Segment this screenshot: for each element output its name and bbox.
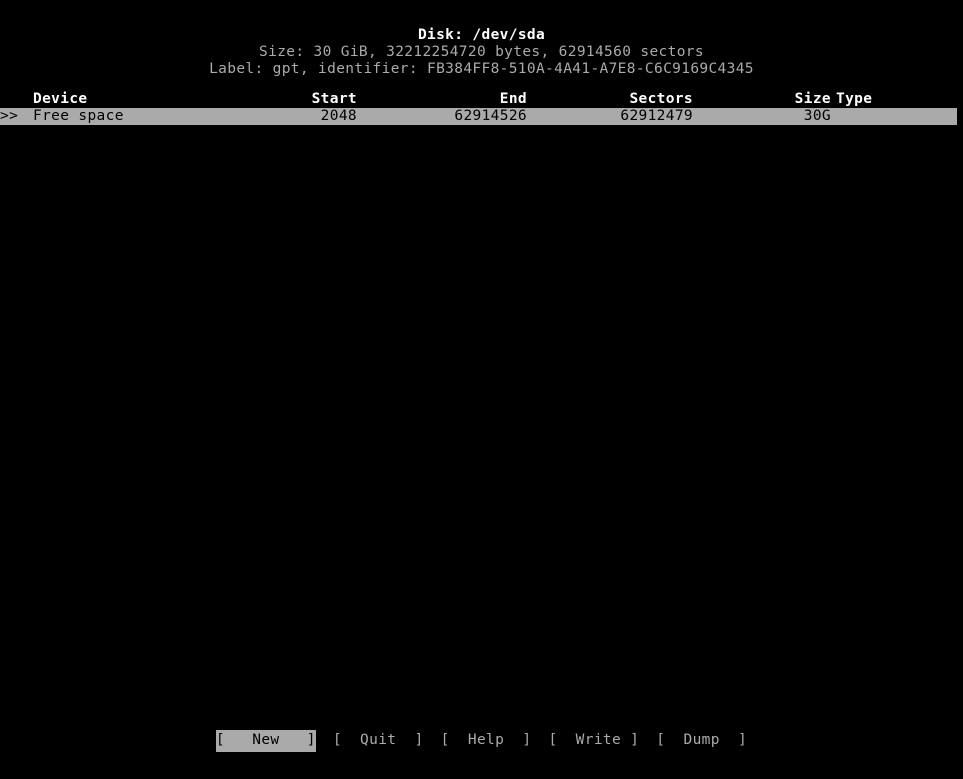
- row-sectors: 62912479: [620, 108, 693, 124]
- disk-label-line: Label: gpt, identifier: FB384FF8-510A-4A…: [209, 61, 754, 77]
- menu-spacer: [316, 741, 333, 742]
- disk-info-header: Disk: /dev/sda Size: 30 GiB, 32212254720…: [0, 27, 963, 78]
- partition-table: Device Start End Sectors Size Type >> Fr…: [0, 91, 963, 125]
- column-header-type: Type: [836, 91, 873, 107]
- column-header-end: End: [499, 91, 527, 107]
- column-header-sectors: Sectors: [629, 91, 693, 107]
- menu-spacer: [639, 741, 656, 742]
- row-start: 2048: [320, 108, 357, 124]
- menu-button-new[interactable]: [ New ]: [215, 730, 316, 752]
- menu-bar: [ New ] [ Quit ] [ Help ] [ Write ] [ Dump ]: [0, 730, 963, 752]
- menu-button-quit[interactable]: [ Quit ]: [333, 730, 424, 752]
- table-row[interactable]: >> Free space 2048 62914526 62912479 30G: [0, 108, 957, 125]
- menu-button-write[interactable]: [ Write ]: [548, 730, 639, 752]
- menu-button-help[interactable]: [ Help ]: [441, 730, 532, 752]
- menu-spacer: [424, 741, 441, 742]
- table-header-row: Device Start End Sectors Size Type: [0, 91, 963, 108]
- column-header-start: Start: [311, 91, 357, 107]
- selection-marker-icon: >>: [0, 108, 19, 124]
- menu-spacer: [531, 741, 548, 742]
- row-end: 62914526: [454, 108, 527, 124]
- column-header-size: Size: [794, 91, 831, 107]
- menu-button-dump[interactable]: [ Dump ]: [656, 730, 747, 752]
- row-type: [836, 108, 946, 125]
- disk-title: Disk: /dev/sda: [417, 27, 546, 43]
- cfdisk-screen: Disk: /dev/sda Size: 30 GiB, 32212254720…: [0, 0, 963, 779]
- row-size: 30G: [803, 108, 831, 124]
- disk-size-line: Size: 30 GiB, 32212254720 bytes, 6291456…: [259, 44, 704, 60]
